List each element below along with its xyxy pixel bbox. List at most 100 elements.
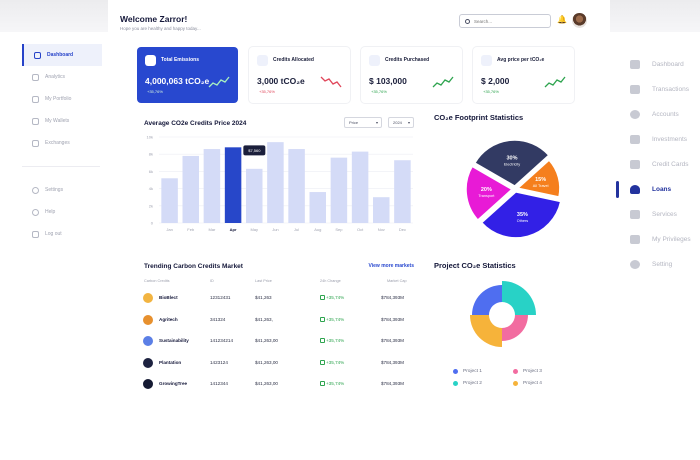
bar-jan[interactable]: [161, 178, 178, 223]
left-nav-analytics[interactable]: Analytics: [22, 66, 102, 88]
left-nav-label: My Wallets: [45, 118, 70, 124]
donut-slice-project-4[interactable]: [470, 315, 502, 347]
right-nav-investments[interactable]: Investments: [630, 127, 700, 152]
card-credits-purchased[interactable]: Credits Purchased $ 103,000 +35,76%: [361, 47, 462, 103]
bar-feb[interactable]: [182, 155, 200, 223]
x-tick-label: Sep: [335, 227, 343, 232]
cell-cap: $784,393M: [381, 338, 404, 343]
cell-change: +35,74%: [320, 359, 344, 365]
bell-icon[interactable]: 🔔: [557, 15, 567, 24]
legend-project-1: Project 1: [453, 369, 482, 374]
price-chart-title: Average CO2e Credits Price 2024: [144, 120, 247, 127]
col-header: Carbon Credits: [144, 279, 170, 283]
year-select[interactable]: 2024 ▾: [388, 117, 414, 128]
table-row[interactable]: Sustainability 141234214 $41,263,00 +35,74%…: [137, 335, 417, 349]
left-nav-dashboard[interactable]: Dashboard: [22, 44, 102, 66]
change-up-icon: [320, 316, 325, 322]
left-nav-portfolio[interactable]: My Portfolio: [22, 88, 102, 110]
avatar[interactable]: [572, 13, 587, 28]
card-change: +35,76%: [147, 89, 163, 94]
bar-apr[interactable]: [224, 147, 242, 223]
bar-nov[interactable]: [372, 197, 390, 223]
cell-price: $41,263,: [255, 316, 273, 322]
legend-project-4: Project 4: [513, 381, 542, 386]
cell-name: Agritech: [159, 316, 178, 322]
emissions-icon: [145, 55, 156, 66]
metric-select[interactable]: Price ▾: [344, 117, 382, 128]
left-nav-help[interactable]: Help: [22, 201, 102, 223]
cell-change: +35,74%: [320, 381, 344, 386]
project-stats-title: Project CO₂e Statistics: [434, 261, 516, 270]
donut-slice-project-2[interactable]: [502, 281, 536, 315]
sparkline-up-icon: [544, 76, 566, 88]
cell-id: 1423124: [210, 359, 228, 365]
pie-percent-label: 15%: [535, 177, 546, 183]
x-tick-label: Nov: [378, 227, 385, 232]
bar-dec[interactable]: [394, 160, 411, 223]
cell-change: +35,74%: [320, 295, 344, 300]
table-row[interactable]: GrowingTree 1412344 $41,263,00 +35,74% $784,…: [137, 378, 417, 392]
x-tick-label: Apr: [230, 227, 237, 232]
cell-cap: $784,393M: [381, 381, 404, 386]
cell-id: 1412344: [210, 381, 228, 386]
cell-price: $41,263,00: [255, 338, 278, 343]
right-nav-loans[interactable]: Loans: [616, 177, 700, 202]
right-nav-setting[interactable]: Setting: [630, 252, 700, 277]
right-nav-credit-cards[interactable]: Credit Cards: [630, 152, 700, 177]
donut-slice-project-3[interactable]: [502, 315, 528, 341]
credit-card-icon: [630, 160, 640, 169]
legend-label: Project 1: [463, 369, 482, 374]
search-input[interactable]: [474, 18, 544, 24]
bar-may[interactable]: [245, 168, 263, 223]
donut-slice-project-1[interactable]: [472, 285, 502, 315]
card-change: +35,76%: [483, 89, 499, 94]
right-nav-label: Transactions: [652, 86, 689, 93]
search-box[interactable]: [459, 14, 551, 28]
bar-oct[interactable]: [351, 151, 369, 223]
y-tick-label: 0: [151, 221, 154, 226]
bar-mar[interactable]: [203, 149, 221, 223]
bar-jul[interactable]: [288, 149, 305, 223]
card-avg-price[interactable]: Avg price per tCO₂e $ 2,000 +35,76%: [473, 47, 574, 103]
pie-slice-label: Transport: [478, 194, 495, 198]
left-nav-exchanges[interactable]: Exchanges: [22, 132, 102, 154]
view-more-markets-link[interactable]: View more markets: [369, 263, 415, 269]
left-nav-wallets[interactable]: My Wallets: [22, 110, 102, 132]
y-tick-label: 2k: [149, 203, 153, 208]
y-tick-label: 8k: [149, 152, 153, 157]
cell-name: GrowingTree: [159, 381, 188, 386]
legend-dot: [453, 369, 458, 374]
bar-jun[interactable]: [267, 142, 284, 223]
help-icon: [32, 208, 39, 216]
bar-aug[interactable]: [309, 192, 327, 223]
pie-slice-label: Electricity: [504, 162, 520, 166]
table-row[interactable]: BioBlect 12312431 $41,263 +35,74% $784,393M: [137, 292, 417, 306]
table-row[interactable]: Plantation 1423124 $41,263,00 +35,74% $784,3…: [137, 357, 417, 371]
wallet-icon: [32, 117, 39, 125]
pie-percent-label: 35%: [517, 212, 528, 218]
left-nav-logout[interactable]: Log out: [22, 223, 102, 245]
card-credits-allocated[interactable]: Credits Allocated 3,000 tCO₂e +35,76%: [249, 47, 350, 103]
right-nav-transactions[interactable]: Transactions: [630, 77, 700, 102]
right-nav-accounts[interactable]: Accounts: [630, 102, 700, 127]
pie-percent-label: 20%: [481, 187, 492, 193]
x-tick-label: Jul: [294, 227, 299, 232]
cell-id: 141234214: [210, 338, 233, 343]
legend-label: Project 3: [523, 369, 542, 374]
right-nav-privileges[interactable]: My Privileges: [630, 227, 700, 252]
card-change: +35,76%: [259, 89, 275, 94]
card-value: 3,000 tCO₂e: [257, 76, 305, 86]
right-nav-services[interactable]: Services: [630, 202, 700, 227]
right-nav-dashboard[interactable]: Dashboard: [630, 52, 700, 77]
market-title: Trending Carbon Credits Market: [144, 263, 243, 270]
cell-cap: $784,393M: [381, 295, 404, 300]
card-total-emissions[interactable]: Total Emissions 4,000,063 tCO₂e +35,76%: [137, 47, 238, 103]
col-header: ID: [210, 279, 214, 283]
left-nav-settings[interactable]: Settings: [22, 179, 102, 201]
pie-slice-label: Others: [517, 219, 528, 223]
change-value: +35,74%: [326, 338, 345, 343]
table-row[interactable]: Agritech 341324 $41,263, +35,74% $784,393M: [137, 314, 417, 328]
x-tick-label: Aug: [314, 227, 321, 232]
bar-sep[interactable]: [330, 157, 348, 223]
x-tick-label: Feb: [187, 227, 195, 232]
